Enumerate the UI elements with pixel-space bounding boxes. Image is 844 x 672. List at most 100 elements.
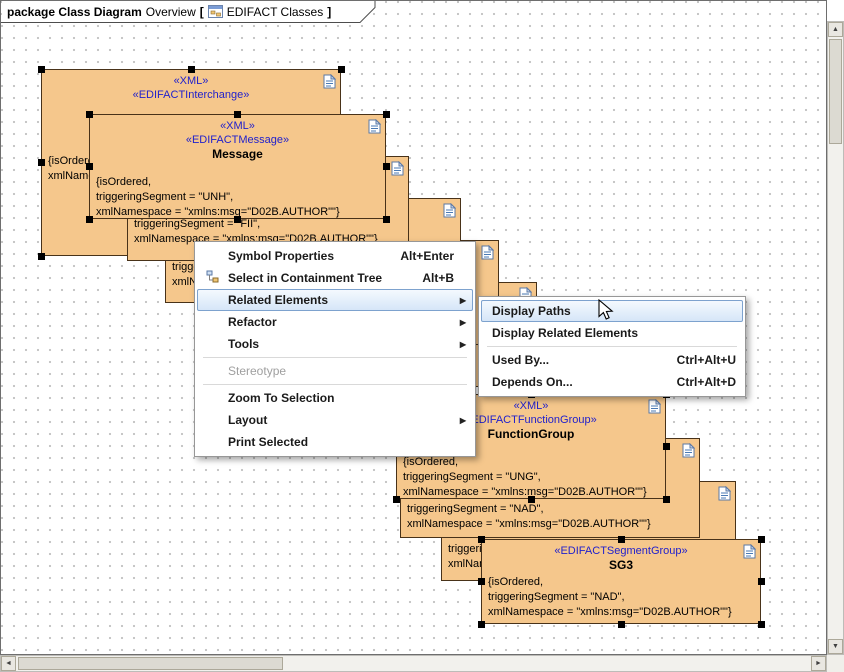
horizontal-scroll-thumb[interactable]	[18, 657, 283, 670]
diagram-name-label: Overview	[146, 5, 196, 19]
constraint-line: {isOrdered,	[96, 175, 385, 190]
selection-handle[interactable]	[618, 536, 625, 543]
selection-handle[interactable]	[86, 163, 93, 170]
menu-item-stereotype: Stereotype	[197, 360, 473, 382]
menu-item-depends-on[interactable]: Depends On... Ctrl+Alt+D	[481, 371, 743, 393]
vertical-scroll-thumb[interactable]	[829, 39, 842, 144]
document-icon	[743, 544, 756, 559]
selection-handle[interactable]	[758, 578, 765, 585]
menu-item-label: Stereotype	[228, 364, 286, 378]
bracket-close: ]	[327, 5, 331, 19]
scroll-up-icon: ▲	[832, 26, 839, 33]
document-icon	[368, 119, 381, 134]
document-icon	[648, 399, 661, 414]
class-box-sg3[interactable]: «EDIFACTSegmentGroup» SG3 {isOrdered, tr…	[481, 539, 761, 624]
menu-shortcut: Alt+Enter	[376, 249, 454, 263]
scroll-left-button[interactable]: ◄	[1, 656, 16, 671]
document-icon	[323, 74, 336, 89]
selection-handle[interactable]	[663, 443, 670, 450]
selection-handle[interactable]	[478, 621, 485, 628]
menu-item-symbol-properties[interactable]: Symbol Properties Alt+Enter	[197, 245, 473, 267]
selection-handle[interactable]	[38, 159, 45, 166]
stereotype-label: «EDIFACTSegmentGroup»	[482, 544, 760, 558]
selection-handle[interactable]	[383, 111, 390, 118]
selection-handle[interactable]	[393, 496, 400, 503]
constraint-line: triggeringSegment = "FII",	[134, 217, 408, 232]
selection-handle[interactable]	[38, 66, 45, 73]
menu-item-label: Display Paths	[492, 304, 571, 318]
menu-item-label: Print Selected	[228, 435, 308, 449]
related-elements-submenu: Display Paths Display Related Elements U…	[478, 296, 746, 397]
selection-handle[interactable]	[86, 111, 93, 118]
selection-handle[interactable]	[758, 621, 765, 628]
constraint-line: triggeringSegment = "UNH",	[96, 190, 385, 205]
diagram-canvas[interactable]: «XML» «EDIFACTInterchange» {isOrdered, x…	[0, 0, 827, 655]
menu-item-select-in-containment-tree[interactable]: Select in Containment Tree Alt+B	[197, 267, 473, 289]
constraint-line: {isOrdered,	[403, 455, 665, 470]
selection-handle[interactable]	[234, 111, 241, 118]
menu-item-display-paths[interactable]: Display Paths	[481, 300, 743, 322]
menu-item-label: Depends On...	[492, 375, 573, 389]
constraint-line: triggeringSegment = "NAD",	[407, 502, 699, 517]
selection-handle[interactable]	[478, 578, 485, 585]
selection-handle[interactable]	[86, 216, 93, 223]
class-diagram-icon	[208, 5, 223, 18]
stereotype-label: «EDIFACTMessage»	[90, 133, 385, 147]
scroll-right-button[interactable]: ►	[811, 656, 826, 671]
diagram-kind-label: package Class Diagram	[7, 5, 142, 19]
selection-handle[interactable]	[478, 536, 485, 543]
horizontal-scrollbar[interactable]: ◄ ►	[0, 655, 827, 672]
document-icon	[718, 486, 731, 501]
context-menu: Symbol Properties Alt+Enter Select in Co…	[194, 241, 476, 457]
selection-handle[interactable]	[188, 66, 195, 73]
selection-handle[interactable]	[663, 496, 670, 503]
scrollbar-corner	[827, 655, 844, 672]
submenu-arrow-icon: ▶	[454, 340, 466, 349]
document-icon	[391, 161, 404, 176]
menu-item-tools[interactable]: Tools ▶	[197, 333, 473, 355]
class-name: Message	[90, 147, 385, 162]
selection-handle[interactable]	[38, 253, 45, 260]
constraint-line: triggeringSegment = "NAD",	[488, 590, 760, 605]
menu-item-label: Refactor	[228, 315, 277, 329]
selection-handle[interactable]	[234, 216, 241, 223]
menu-item-related-elements[interactable]: Related Elements ▶	[197, 289, 473, 311]
menu-item-label: Display Related Elements	[492, 326, 638, 340]
menu-item-zoom-to-selection[interactable]: Zoom To Selection	[197, 387, 473, 409]
selection-handle[interactable]	[618, 621, 625, 628]
diagram-tab-label: EDIFACT Classes	[227, 5, 323, 19]
menu-item-refactor[interactable]: Refactor ▶	[197, 311, 473, 333]
menu-item-label: Tools	[228, 337, 259, 351]
document-icon	[443, 203, 456, 218]
submenu-arrow-icon: ▶	[454, 416, 466, 425]
class-box-message[interactable]: «XML» «EDIFACTMessage» Message {isOrdere…	[89, 114, 386, 219]
scroll-up-button[interactable]: ▲	[828, 22, 843, 37]
menu-separator	[203, 384, 467, 385]
menu-shortcut: Ctrl+Alt+U	[653, 353, 736, 367]
menu-item-display-related-elements[interactable]: Display Related Elements	[481, 322, 743, 344]
selection-handle[interactable]	[383, 216, 390, 223]
menu-item-label: Layout	[228, 413, 267, 427]
menu-item-layout[interactable]: Layout ▶	[197, 409, 473, 431]
constraint-line: xmlNamespace = "xmlns:msg="D02B.AUTHOR""…	[488, 605, 760, 620]
menu-item-label: Select in Containment Tree	[228, 271, 382, 285]
submenu-arrow-icon: ▶	[454, 318, 466, 327]
menu-separator	[203, 357, 467, 358]
selection-handle[interactable]	[383, 163, 390, 170]
scroll-left-icon: ◄	[5, 660, 12, 667]
menu-item-print-selected[interactable]: Print Selected	[197, 431, 473, 453]
bracket-open: [	[200, 5, 204, 19]
selection-handle[interactable]	[338, 66, 345, 73]
containment-tree-icon	[206, 270, 220, 287]
scroll-down-icon: ▼	[832, 643, 839, 650]
menu-item-label: Symbol Properties	[228, 249, 334, 263]
scroll-down-button[interactable]: ▼	[828, 639, 843, 654]
stereotype-label: «XML»	[90, 119, 385, 133]
vertical-scrollbar[interactable]: ▲ ▼	[827, 21, 844, 655]
constraint-line: {isOrdered,	[488, 575, 760, 590]
constraint-line: xmlNamespace = "xmlns:msg="D02B.AUTHOR""…	[407, 517, 699, 532]
submenu-arrow-icon: ▶	[454, 296, 466, 305]
selection-handle[interactable]	[758, 536, 765, 543]
selection-handle[interactable]	[528, 496, 535, 503]
menu-item-used-by[interactable]: Used By... Ctrl+Alt+U	[481, 349, 743, 371]
